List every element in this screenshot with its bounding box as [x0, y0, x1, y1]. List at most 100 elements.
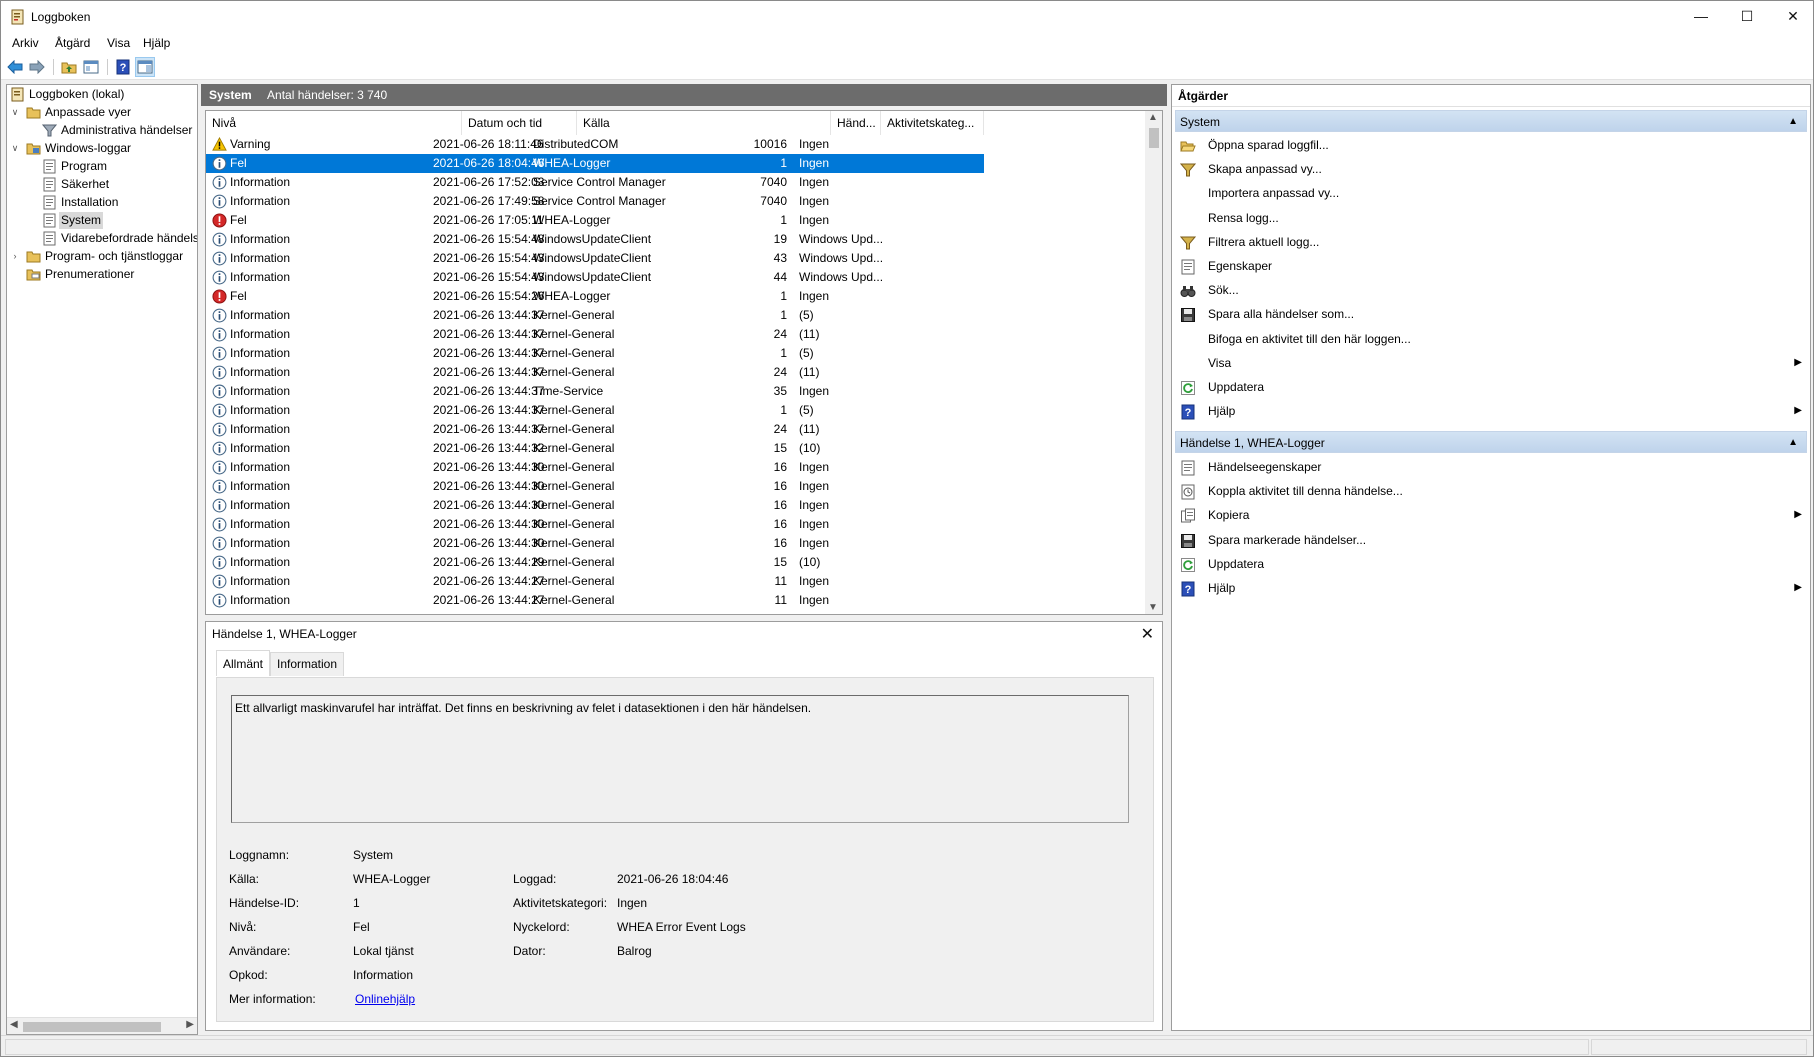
table-row[interactable]: Information 2021-06-26 13:44:37 Time-Servi… — [206, 382, 984, 401]
field-value-source[interactable]: WHEA-Logger — [353, 872, 430, 886]
collapse-icon[interactable]: ▲ — [1788, 111, 1798, 133]
collapse-icon[interactable]: ▲ — [1788, 432, 1798, 454]
field-label-opcode: Opkod: — [229, 968, 268, 982]
action-spara-alla-händelser-som[interactable]: Spara alla händelser som... — [1172, 302, 1808, 326]
action-hjälp[interactable]: ? Hjälp ▶ — [1172, 576, 1808, 600]
menu-atgard[interactable]: Åtgärd — [55, 36, 90, 50]
help-button[interactable]: ? — [113, 57, 133, 77]
cell-level: Information — [230, 498, 291, 512]
field-value-log-name[interactable]: System — [353, 848, 393, 862]
table-row[interactable]: Varning 2021-06-26 18:11:46 DistributedCOM… — [206, 135, 984, 154]
column-header-event-id[interactable]: Händ... — [831, 111, 881, 135]
action-spara-markerade-händelser[interactable]: Spara markerade händelser... — [1172, 528, 1808, 552]
column-header-source[interactable]: Källa — [577, 111, 831, 135]
forward-button[interactable] — [27, 57, 47, 77]
menu-hjalp[interactable]: Hjälp — [143, 36, 170, 50]
scroll-up-icon[interactable]: ▲ — [1148, 112, 1158, 123]
table-row[interactable]: Information 2021-06-26 13:44:30 Kernel-Gen… — [206, 515, 984, 534]
action-koppla-aktivitet-till-denna-händelse[interactable]: Koppla aktivitet till denna händelse... — [1172, 479, 1808, 503]
table-row[interactable]: Information 2021-06-26 13:44:37 Kernel-Gen… — [206, 420, 984, 439]
scroll-right-icon[interactable]: ▶ — [186, 1019, 194, 1030]
table-row[interactable]: Information 2021-06-26 13:44:37 Kernel-Gen… — [206, 325, 984, 344]
information-icon — [212, 593, 227, 608]
action-händelseegenskaper[interactable]: Händelseegenskaper — [1172, 455, 1808, 479]
cell-level: Information — [230, 479, 291, 493]
table-row[interactable]: Information 2021-06-26 13:44:30 Kernel-Gen… — [206, 534, 984, 553]
table-row[interactable]: Information 2021-06-26 13:44:27 Kernel-Gen… — [206, 591, 984, 610]
table-row[interactable]: Information 2021-06-26 13:44:29 Kernel-Gen… — [206, 553, 984, 572]
table-row[interactable]: Information 2021-06-26 13:44:37 Kernel-Gen… — [206, 363, 984, 382]
chevron-down-icon[interactable]: ∨ — [10, 104, 20, 121]
table-row[interactable]: Information 2021-06-26 15:54:48 WindowsUpd… — [206, 230, 984, 249]
field-value-event-id[interactable]: 1 — [353, 896, 360, 910]
table-row[interactable]: Information 2021-06-26 17:49:58 Service Co… — [206, 192, 984, 211]
actions-section-system[interactable]: System ▲ — [1175, 110, 1807, 132]
field-value-logged[interactable]: 2021-06-26 18:04:46 — [617, 872, 728, 886]
table-row[interactable]: Information 2021-06-26 17:52:03 Service Co… — [206, 173, 984, 192]
tab-general[interactable]: Allmänt — [216, 650, 271, 676]
event-list-vertical-scrollbar[interactable]: ▲ ▼ — [1145, 111, 1162, 614]
column-header-level[interactable]: Nivå — [206, 111, 462, 135]
tab-details[interactable]: Information — [270, 652, 345, 676]
action-hjälp[interactable]: ? Hjälp ▶ — [1172, 399, 1808, 423]
field-value-task-category[interactable]: Ingen — [617, 896, 647, 910]
scroll-left-icon[interactable]: ◀ — [10, 1019, 18, 1030]
action-sök[interactable]: Sök... — [1172, 278, 1808, 302]
task-icon — [1181, 484, 1195, 500]
table-row[interactable]: Information 2021-06-26 15:54:43 WindowsUpd… — [206, 268, 984, 287]
table-row[interactable]: Fel 2021-06-26 17:05:11 WHEA-Logger 1 Ingen — [206, 211, 984, 230]
table-row[interactable]: Information 2021-06-26 13:44:37 Kernel-Gen… — [206, 306, 984, 325]
action-visa[interactable]: Visa ▶ — [1172, 351, 1808, 375]
online-help-link[interactable]: Onlinehjälp — [355, 992, 415, 1006]
chevron-right-icon[interactable]: › — [10, 248, 20, 265]
table-row[interactable]: Information 2021-06-26 15:54:43 WindowsUpd… — [206, 249, 984, 268]
show-hide-console-tree-button[interactable] — [81, 57, 101, 77]
actions-section-event[interactable]: Händelse 1, WHEA-Logger ▲ — [1175, 431, 1807, 453]
action-filtrera-aktuell-logg[interactable]: Filtrera aktuell logg... — [1172, 230, 1808, 254]
action-rensa-logg[interactable]: Rensa logg... — [1172, 206, 1808, 230]
field-value-level[interactable]: Fel — [353, 920, 370, 934]
table-row[interactable]: Information 2021-06-26 13:44:37 Kernel-Gen… — [206, 401, 984, 420]
event-description[interactable]: Ett allvarligt maskinvarufel har inträff… — [231, 695, 1129, 823]
column-header-task-category[interactable]: Aktivitetskateg... — [881, 111, 984, 135]
action-bifoga-en-aktivitet-till-den-här-loggen[interactable]: Bifoga en aktivitet till den här loggen.… — [1172, 327, 1808, 351]
action-importera-anpassad-vy[interactable]: Importera anpassad vy... — [1172, 181, 1808, 205]
tree-label: Administrativa händelser — [61, 123, 193, 137]
chevron-down-icon[interactable]: ∨ — [10, 140, 20, 157]
action-uppdatera[interactable]: Uppdatera — [1172, 552, 1808, 576]
scrollbar-thumb[interactable] — [23, 1022, 161, 1032]
field-value-computer[interactable]: Balrog — [617, 944, 652, 958]
show-action-pane-button[interactable] — [135, 57, 155, 77]
column-header-date[interactable]: Datum och tid — [462, 111, 577, 135]
table-row[interactable]: Information 2021-06-26 13:44:30 Kernel-Gen… — [206, 496, 984, 515]
table-row[interactable]: Information 2021-06-26 13:44:27 Kernel-Gen… — [206, 572, 984, 591]
tree-horizontal-scrollbar[interactable]: ◀ ▶ — [7, 1017, 197, 1034]
table-row[interactable]: Information 2021-06-26 13:44:30 Kernel-Gen… — [206, 477, 984, 496]
table-row[interactable]: Information 2021-06-26 13:44:32 Kernel-Gen… — [206, 439, 984, 458]
action-kopiera[interactable]: Kopiera ▶ — [1172, 503, 1808, 527]
back-button[interactable] — [5, 57, 25, 77]
scroll-down-icon[interactable]: ▼ — [1148, 602, 1158, 613]
scrollbar-thumb[interactable] — [1149, 128, 1159, 148]
minimize-button[interactable]: — — [1678, 1, 1724, 33]
table-row[interactable]: Fel 2021-06-26 18:04:46 WHEA-Logger 1 Ingen — [206, 154, 984, 173]
field-value-keywords[interactable]: WHEA Error Event Logs — [617, 920, 746, 934]
action-uppdatera[interactable]: Uppdatera — [1172, 375, 1808, 399]
close-window-button[interactable]: ✕ — [1770, 1, 1813, 33]
up-folder-button[interactable] — [59, 57, 79, 77]
table-row[interactable]: Fel 2021-06-26 15:54:26 WHEA-Logger 1 Ingen — [206, 287, 984, 306]
close-icon[interactable]: ✕ — [1141, 624, 1154, 644]
table-row[interactable]: Information 2021-06-26 13:44:37 Kernel-Gen… — [206, 344, 984, 363]
cell-event-id: 15 — [773, 441, 787, 455]
actions-header: Åtgärder — [1172, 85, 1810, 107]
information-icon — [212, 574, 227, 589]
maximize-button[interactable]: ☐ — [1724, 1, 1770, 33]
menu-arkiv[interactable]: Arkiv — [12, 36, 39, 50]
action-skapa-anpassad-vy[interactable]: Skapa anpassad vy... — [1172, 157, 1808, 181]
field-value-user[interactable]: Lokal tjänst — [353, 944, 414, 958]
field-value-opcode[interactable]: Information — [353, 968, 413, 982]
table-row[interactable]: Information 2021-06-26 13:44:30 Kernel-Gen… — [206, 458, 984, 477]
menu-visa[interactable]: Visa — [107, 36, 130, 50]
action-öppna-sparad-loggfil[interactable]: Öppna sparad loggfil... — [1172, 133, 1808, 157]
action-egenskaper[interactable]: Egenskaper — [1172, 254, 1808, 278]
